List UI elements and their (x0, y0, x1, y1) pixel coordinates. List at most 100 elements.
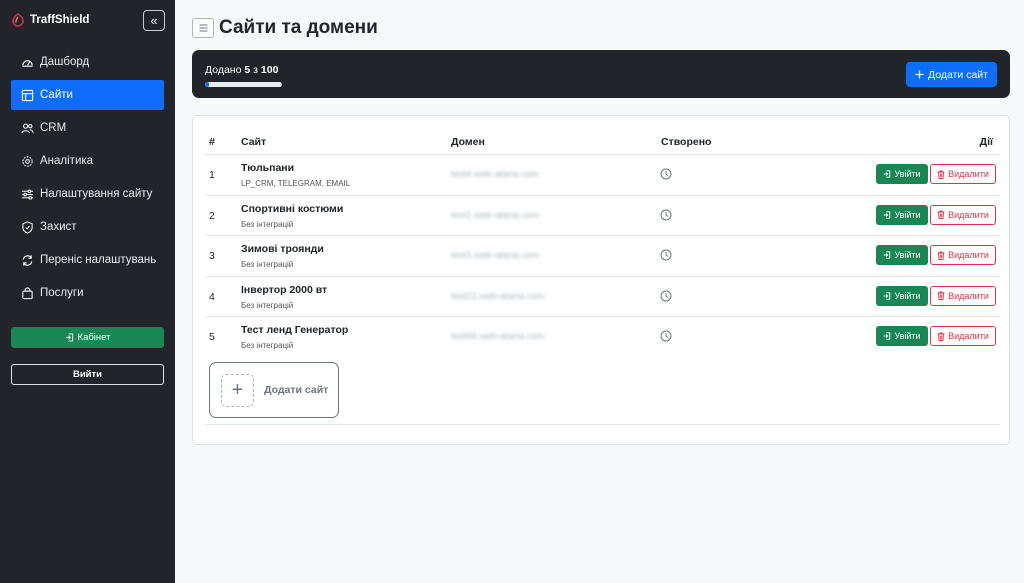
login-icon (65, 333, 73, 342)
site-integrations: Без інтеграцій (241, 341, 294, 350)
sites-progress-fill (205, 82, 209, 87)
sidebar-collapse-button[interactable]: « (143, 10, 165, 31)
site-name[interactable]: Тест ленд Генератор (241, 324, 348, 336)
clock-icon[interactable] (660, 249, 672, 261)
delete-button[interactable]: Видалити (930, 245, 996, 265)
add-site-label: Додати сайт (928, 68, 988, 81)
sidebar-item-dashboard[interactable]: Дашборд (11, 47, 164, 77)
clock-icon[interactable] (660, 330, 672, 342)
dashboard-icon (22, 59, 33, 67)
table-divider (205, 424, 1000, 425)
sidebar-item-analytics[interactable]: Аналітика (11, 146, 164, 176)
brand-shield-icon (12, 13, 24, 27)
sites-progress-bar (205, 82, 282, 87)
header-num: # (209, 136, 215, 148)
table-row: 3 Зимові троянди Без інтеграцій test3.web-a… (205, 235, 1000, 276)
sidebar-item-site-settings[interactable]: Налаштування сайту (11, 179, 164, 209)
table-row: 4 Інвертор 2000 вт Без інтеграцій test22.we… (205, 275, 1000, 317)
add-site-button[interactable]: Додати сайт (906, 62, 997, 87)
header-domain: Домен (451, 136, 485, 148)
login-button[interactable]: Увійти (876, 204, 928, 225)
login-label: Увійти (894, 169, 921, 179)
add-site-tile[interactable]: + Додати сайт (209, 362, 339, 418)
chevrons-left-icon: « (150, 13, 158, 28)
site-integrations: Без інтеграцій (241, 260, 294, 269)
clock-icon[interactable] (660, 168, 672, 180)
delete-button[interactable]: Видалити (930, 285, 996, 306)
brand-logo[interactable]: TraffShield (12, 13, 89, 27)
delete-label: Видалити (948, 290, 989, 301)
site-domain[interactable]: test66.web-ataria.com (451, 331, 544, 342)
count-separator: з (253, 64, 258, 76)
count-prefix: Додано (205, 64, 242, 76)
site-domain[interactable]: test4.web-ataria.com (451, 169, 539, 180)
logout-button[interactable]: Вийти (11, 364, 164, 385)
clock-icon[interactable] (660, 290, 672, 302)
sidebar-item-protection[interactable]: Захист (11, 212, 164, 242)
site-integrations: Без інтеграцій (241, 219, 294, 229)
table-row: 5 Тест ленд Генератор Без інтеграцій test66… (205, 316, 1000, 357)
sidebar-item-crm[interactable]: CRM (11, 113, 164, 143)
sidebar-item-settings-transfer[interactable]: Переніс налаштувань (11, 245, 164, 275)
count-total: 100 (260, 64, 279, 76)
site-name[interactable]: Зимові троянди (241, 243, 324, 255)
delete-button[interactable]: Видалити (930, 204, 996, 225)
sidebar-item-label: Налаштування сайту (40, 188, 153, 200)
site-domain[interactable]: test22.web-ataria.com (451, 291, 544, 302)
sidebar-nav: Дашборд Сайти CRM Аналітика Налаштування… (11, 47, 164, 311)
menu-toggle-button[interactable] (192, 18, 214, 38)
delete-button[interactable]: Видалити (930, 164, 996, 184)
sidebar: TraffShield « Дашборд Сайти CRM Аналітик… (0, 0, 175, 583)
sidebar-item-label: Дашборд (40, 56, 90, 68)
delete-label: Видалити (948, 331, 989, 341)
sidebar-item-label: Послуги (40, 287, 84, 299)
login-button[interactable]: Увійти (876, 285, 928, 306)
delete-label: Видалити (948, 250, 989, 260)
logout-label: Вийти (72, 369, 103, 380)
site-name[interactable]: Спортивні костюми (241, 203, 343, 215)
login-button[interactable]: Увійти (876, 164, 928, 184)
site-name[interactable]: Тюльпани (241, 162, 294, 174)
sidebar-item-services[interactable]: Послуги (11, 278, 164, 308)
login-label: Увійти (894, 209, 921, 220)
trash-icon (937, 210, 945, 219)
login-label: Увійти (894, 290, 921, 301)
login-label: Увійти (894, 250, 921, 260)
site-integrations: Без інтеграцій (241, 300, 294, 310)
page-title: Сайти та домени (219, 17, 378, 38)
cabinet-button[interactable]: Кабінет (11, 327, 164, 348)
sidebar-item-label: Сайти (40, 89, 73, 101)
login-button[interactable]: Увійти (876, 326, 928, 346)
trash-icon (937, 332, 945, 341)
login-icon (884, 170, 891, 178)
login-button[interactable]: Увійти (876, 245, 928, 265)
plus-icon (915, 70, 924, 79)
sliders-icon (21, 188, 34, 200)
plus-icon: + (221, 373, 254, 407)
login-label: Увійти (894, 331, 921, 341)
login-icon (884, 291, 891, 300)
header-created: Створено (661, 136, 712, 148)
sidebar-item-label: Захист (40, 221, 77, 233)
bag-icon (22, 286, 33, 299)
delete-label: Видалити (948, 209, 989, 220)
sidebar-item-label: Аналітика (40, 155, 94, 167)
layout-icon (21, 89, 34, 101)
sidebar-item-label: CRM (40, 122, 67, 134)
delete-label: Видалити (948, 169, 989, 179)
hamburger-icon (199, 24, 207, 32)
brand-name: TraffShield (30, 14, 90, 26)
sidebar-item-sites[interactable]: Сайти (11, 80, 164, 110)
site-domain[interactable]: test3.web-ataria.com (451, 250, 539, 261)
delete-button[interactable]: Видалити (930, 326, 996, 346)
clock-icon[interactable] (660, 209, 672, 221)
sites-count-text: Додано 5 з 100 (205, 64, 278, 76)
header-actions: Дії (979, 136, 993, 148)
site-integrations: LP_CRM, TELEGRAM, EMAIL (241, 179, 351, 188)
site-name[interactable]: Інвертор 2000 вт (241, 284, 327, 296)
row-number: 2 (209, 209, 215, 222)
header-site: Сайт (241, 136, 267, 148)
row-number: 4 (209, 290, 215, 303)
site-domain[interactable]: test1.web-ataria.com (451, 210, 539, 221)
trash-icon (937, 291, 945, 300)
